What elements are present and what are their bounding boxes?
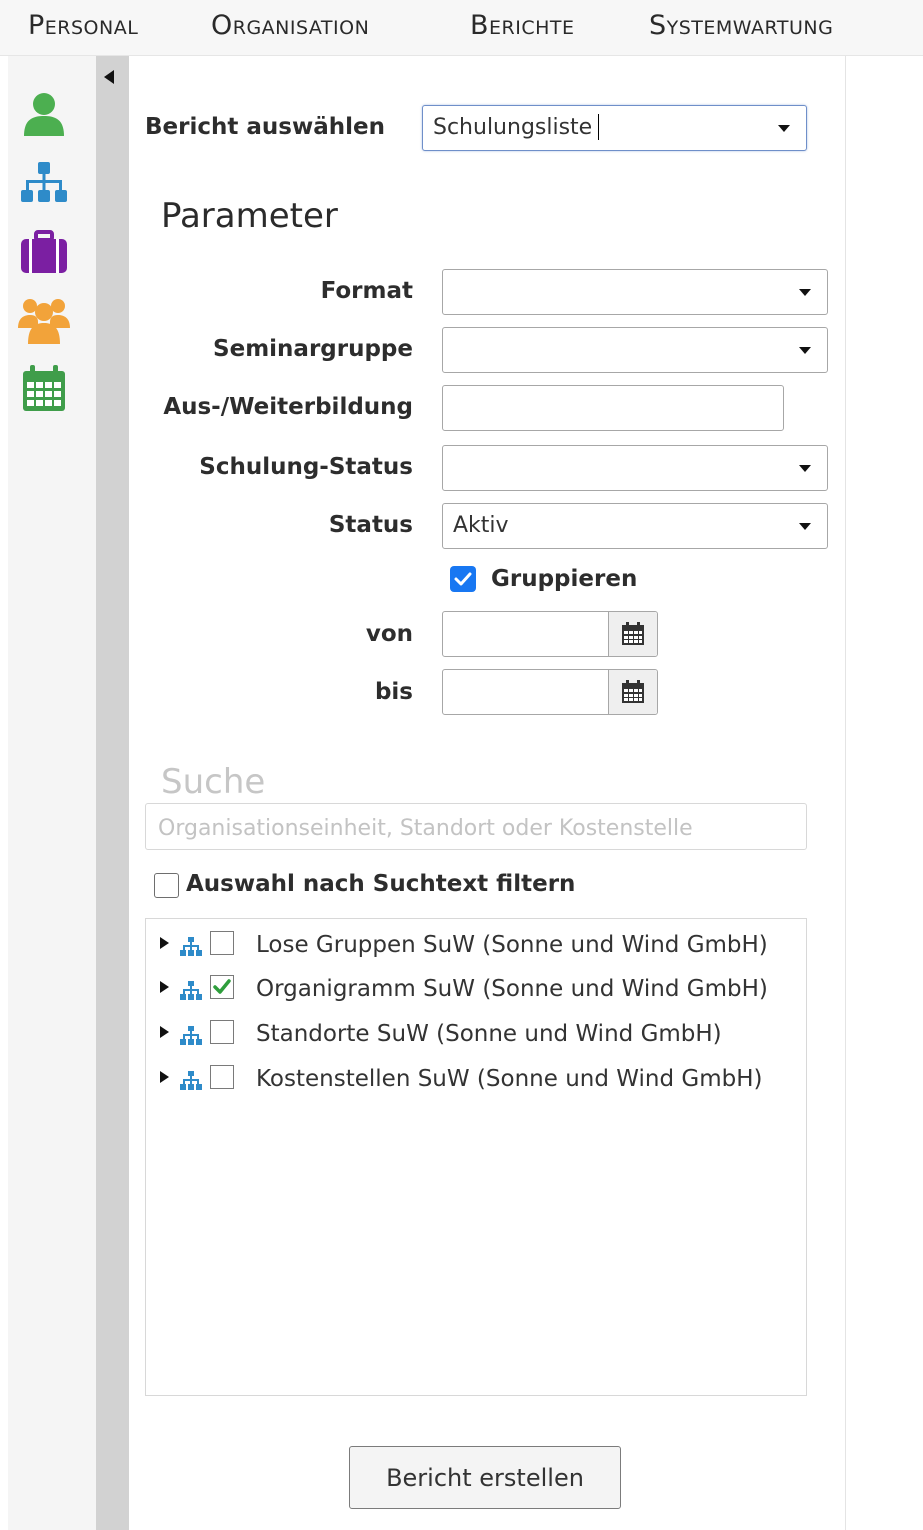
icon-sidebar (8, 56, 96, 1530)
collapse-arrow-icon[interactable] (104, 70, 114, 84)
org-chart-icon (180, 1071, 202, 1090)
filter-label: Auswahl nach Suchtext filtern (186, 871, 576, 897)
org-chart-icon (180, 1026, 202, 1045)
chevron-down-icon (799, 289, 811, 296)
gruppieren-checkbox[interactable] (450, 566, 476, 592)
tree-item[interactable]: Organigramm SuW (Sonne und Wind GmbH) (146, 969, 806, 1009)
von-date-field (442, 611, 658, 657)
org-chart-icon (180, 937, 202, 956)
bis-calendar-button[interactable] (608, 670, 657, 714)
calendar-icon[interactable] (18, 362, 70, 414)
report-select-value: Schulungsliste (433, 115, 593, 140)
panel-splitter[interactable] (96, 56, 129, 1530)
filter-checkbox[interactable] (154, 873, 179, 898)
gruppieren-label: Gruppieren (491, 566, 638, 592)
org-chart-icon[interactable] (18, 158, 70, 210)
content-area (846, 56, 923, 1530)
text-cursor (598, 114, 599, 140)
tree-item[interactable]: Lose Gruppen SuW (Sonne und Wind GmbH) (146, 925, 806, 965)
chevron-down-icon (799, 347, 811, 354)
status-label: Status (328, 512, 413, 538)
calendar-icon (622, 622, 644, 645)
briefcase-icon[interactable] (18, 226, 70, 278)
org-chart-icon (180, 981, 202, 1000)
seminargruppe-label: Seminargruppe (213, 336, 413, 362)
report-select-label: Bericht auswählen (145, 114, 385, 140)
von-date-input[interactable] (443, 612, 608, 656)
tree-item[interactable]: Kostenstellen SuW (Sonne und Wind GmbH) (146, 1059, 806, 1099)
expand-arrow-icon[interactable] (160, 1071, 169, 1083)
report-panel: Bericht auswählen Schulungsliste Paramet… (129, 56, 846, 1530)
von-calendar-button[interactable] (608, 612, 657, 656)
format-select[interactable] (442, 269, 828, 315)
bis-date-input[interactable] (443, 670, 608, 714)
checkmark-icon (213, 979, 231, 994)
expand-arrow-icon[interactable] (160, 981, 169, 993)
tree-checkbox[interactable] (210, 931, 234, 955)
menu-personal[interactable]: Personal (28, 10, 138, 41)
tree-checkbox-checked[interactable] (210, 975, 234, 999)
search-heading: Suche (161, 762, 266, 802)
bis-label: bis (374, 679, 413, 705)
status-select[interactable]: Aktiv (442, 503, 828, 549)
tree-checkbox[interactable] (210, 1065, 234, 1089)
ausbildung-label: Aus-/Weiterbildung (163, 394, 413, 420)
ausbildung-input[interactable] (442, 385, 784, 431)
tree-checkbox[interactable] (210, 1020, 234, 1044)
tree-item-label: Standorte SuW (Sonne und Wind GmbH) (256, 1021, 722, 1047)
seminargruppe-select[interactable] (442, 327, 828, 373)
format-label: Format (320, 278, 413, 304)
chevron-down-icon (799, 523, 811, 530)
expand-arrow-icon[interactable] (160, 937, 169, 949)
calendar-icon (622, 680, 644, 703)
report-select[interactable]: Schulungsliste (422, 105, 807, 151)
tree-item-label: Organigramm SuW (Sonne und Wind GmbH) (256, 976, 768, 1002)
status-select-value: Aktiv (453, 513, 509, 538)
von-label: von (365, 621, 413, 647)
org-tree: Lose Gruppen SuW (Sonne und Wind GmbH) O… (145, 918, 807, 1396)
schulung-status-select[interactable] (442, 445, 828, 491)
group-icon[interactable] (18, 294, 70, 346)
parameter-heading: Parameter (161, 196, 338, 236)
bis-date-field (442, 669, 658, 715)
menu-organisation[interactable]: Organisation (211, 10, 369, 41)
chevron-down-icon (799, 465, 811, 472)
menu-systemwartung[interactable]: Systemwartung (649, 10, 833, 41)
tree-item-label: Kostenstellen SuW (Sonne und Wind GmbH) (256, 1066, 763, 1092)
search-input[interactable]: Organisationseinheit, Standort oder Kost… (145, 803, 807, 850)
schulung-status-label: Schulung-Status (199, 454, 413, 480)
chevron-down-icon (778, 125, 790, 132)
person-icon[interactable] (18, 88, 70, 140)
expand-arrow-icon[interactable] (160, 1026, 169, 1038)
create-report-button[interactable]: Bericht erstellen (349, 1446, 621, 1509)
menu-berichte[interactable]: Berichte (470, 10, 575, 41)
top-menu-bar: Personal Organisation Berichte Systemwar… (0, 0, 923, 56)
checkmark-icon (454, 572, 472, 586)
search-placeholder: Organisationseinheit, Standort oder Kost… (158, 816, 693, 841)
tree-item-label: Lose Gruppen SuW (Sonne und Wind GmbH) (256, 932, 768, 958)
tree-item[interactable]: Standorte SuW (Sonne und Wind GmbH) (146, 1014, 806, 1054)
